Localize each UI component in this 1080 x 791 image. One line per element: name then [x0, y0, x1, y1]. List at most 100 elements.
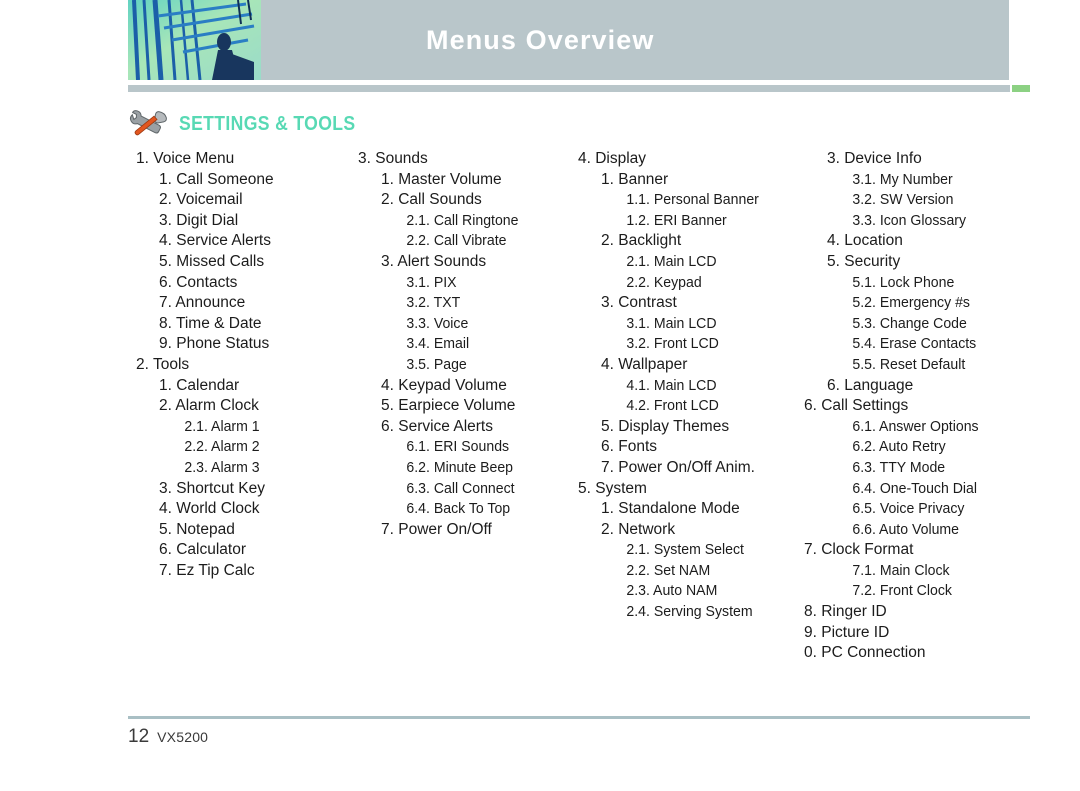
menu-item: 9. Picture ID: [804, 623, 890, 641]
menu-item: 6. Service Alerts: [381, 417, 493, 435]
menu-item: 1. Voice Menu: [136, 150, 235, 167]
abstract-blue-green-photo-icon: [128, 0, 261, 80]
section-heading-label: SETTINGS & TOOLS: [179, 112, 356, 135]
menu-item: 5.2. Emergency #s: [852, 294, 970, 312]
menu-item: 3.2. TXT: [406, 294, 461, 312]
menu-item: 2. Backlight: [601, 232, 682, 250]
menu-item: 6.6. Auto Volume: [852, 520, 960, 538]
menu-item: 6.2. Auto Retry: [852, 438, 946, 456]
header-divider: [128, 85, 1010, 92]
menu-item: 6.5. Voice Privacy: [852, 500, 965, 518]
menu-item: 3. Sounds: [358, 150, 428, 167]
menu-item: 6.3. Call Connect: [406, 479, 515, 497]
menu-item: 3.1. PIX: [406, 273, 457, 291]
menu-item: 3.3. Icon Glossary: [852, 211, 967, 229]
menu-item: 7. Announce: [159, 294, 246, 312]
menu-item: 9. Phone Status: [159, 335, 270, 353]
menu-item: 3.1. My Number: [852, 170, 953, 188]
menu-column-1: 1. Voice Menu 1. Call Someone 2. Voicemail…: [128, 149, 328, 581]
menu-column-3: 4. Display 1. Banner 1.1. Personal Banner 1…: [570, 149, 782, 623]
menu-item: 2.2. Set NAM: [626, 561, 711, 579]
menu-item: 3. Digit Dial: [159, 211, 239, 229]
menu-item: 5.5. Reset Default: [852, 355, 966, 373]
menu-item: 6.4. One-Touch Dial: [852, 479, 978, 497]
menu-item: 8. Ringer ID: [804, 603, 887, 621]
menu-item: 2. Network: [601, 520, 676, 538]
menu-item: 1. Calendar: [159, 376, 240, 394]
menu-item: 7. Power On/Off Anim.: [601, 458, 755, 476]
menu-item: 4. Keypad Volume: [381, 376, 507, 394]
menu-item: 2.3. Auto NAM: [626, 582, 718, 600]
menu-item: 3. Contrast: [601, 294, 677, 312]
menu-item: 2. Call Sounds: [381, 191, 482, 209]
menu-item: 2.4. Serving System: [626, 603, 753, 621]
menu-item: 7.2. Front Clock: [852, 582, 952, 600]
menu-item: 5. Notepad: [159, 520, 235, 538]
menu-item: 4.1. Main LCD: [626, 376, 717, 394]
menu-item: 1. Banner: [601, 170, 669, 188]
menu-item: 5. Display Themes: [601, 417, 730, 435]
menu-item: 6. Call Settings: [804, 397, 909, 415]
menu-item: 5. Earpiece Volume: [381, 397, 516, 415]
menu-item: 3.4. Email: [406, 335, 470, 353]
menu-item: 7. Ez Tip Calc: [159, 561, 255, 579]
menu-item: 4. Display: [578, 150, 647, 167]
section-heading: SETTINGS & TOOLS: [128, 107, 380, 141]
menu-item: 6. Contacts: [159, 273, 238, 291]
menu-item: 6.1. Answer Options: [852, 417, 979, 435]
menu-item: 7.1. Main Clock: [852, 561, 950, 579]
menu-item: 1. Standalone Mode: [601, 500, 740, 518]
menu-item: 6. Fonts: [601, 438, 657, 456]
menu-item: 3.5. Page: [406, 355, 467, 373]
menu-item: 1.1. Personal Banner: [626, 191, 759, 209]
menu-item: 6.3. TTY Mode: [852, 458, 946, 476]
menu-item: 5.4. Erase Contacts: [852, 335, 977, 353]
menu-item: 2.3. Alarm 3: [184, 458, 260, 476]
menu-item: 2.1. System Select: [626, 541, 744, 559]
menu-item: 2.1. Alarm 1: [184, 417, 260, 435]
menu-item: 2.1. Call Ringtone: [406, 211, 519, 229]
menu-item: 5. System: [578, 479, 647, 497]
menu-item: 4. Service Alerts: [159, 232, 271, 250]
menu-item: 1. Call Someone: [159, 170, 274, 188]
menu-item: 3.3. Voice: [406, 314, 469, 332]
menu-item: 6.4. Back To Top: [406, 500, 511, 518]
header-photo: [128, 0, 261, 80]
menu-item: 6.2. Minute Beep: [406, 458, 514, 476]
footer-page-number: 12: [128, 726, 150, 747]
page-header: Menus Overview: [128, 0, 1030, 80]
menu-item: 5.1. Lock Phone: [852, 273, 955, 291]
menu-item: 2. Tools: [136, 355, 190, 373]
menu-item: 6. Language: [827, 376, 914, 394]
menu-item: 3. Shortcut Key: [159, 479, 265, 497]
menu-item: 3.2. SW Version: [852, 191, 954, 209]
menu-item: 2.2. Keypad: [626, 273, 702, 291]
menu-item: 2.1. Main LCD: [626, 252, 717, 270]
menu-item: 7. Power On/Off: [381, 520, 492, 538]
wrench-hammer-icon: [129, 110, 167, 136]
menu-item: 3.2. Front LCD: [626, 335, 719, 353]
menu-item: 4. Wallpaper: [601, 355, 688, 373]
menu-item: 4.2. Front LCD: [626, 397, 719, 415]
menu-item: 8. Time & Date: [159, 314, 262, 332]
menu-item: 6. Calculator: [159, 541, 247, 559]
header-divider-accent: [1012, 85, 1030, 92]
menu-item: 2. Alarm Clock: [159, 397, 259, 415]
menu-item: 1. Master Volume: [381, 170, 502, 188]
menus-overview-list: 1. Voice Menu 1. Call Someone 2. Voicemail…: [128, 149, 1030, 689]
menu-item: 0. PC Connection: [804, 644, 926, 662]
menu-item: 3.1. Main LCD: [626, 314, 717, 332]
menu-item: 3. Alert Sounds: [381, 252, 487, 270]
menu-item: 2. Voicemail: [159, 191, 243, 209]
menu-item: 5. Missed Calls: [159, 252, 265, 270]
menu-column-2: 3. Sounds 1. Master Volume 2. Call Sounds 2…: [350, 149, 550, 540]
page-footer: 12 VX5200: [128, 726, 208, 748]
menu-item: 5.3. Change Code: [852, 314, 967, 332]
footer-divider: [128, 716, 1030, 719]
menu-column-4: 3. Device Info 3.1. My Number 3.2. SW Vers…: [796, 149, 1030, 664]
menu-item: 2.2. Alarm 2: [184, 438, 260, 456]
menu-item: 6.1. ERI Sounds: [406, 438, 510, 456]
menu-item: 4. World Clock: [159, 500, 260, 518]
menu-item: 2.2. Call Vibrate: [406, 232, 507, 250]
menu-item: 1.2. ERI Banner: [626, 211, 727, 229]
